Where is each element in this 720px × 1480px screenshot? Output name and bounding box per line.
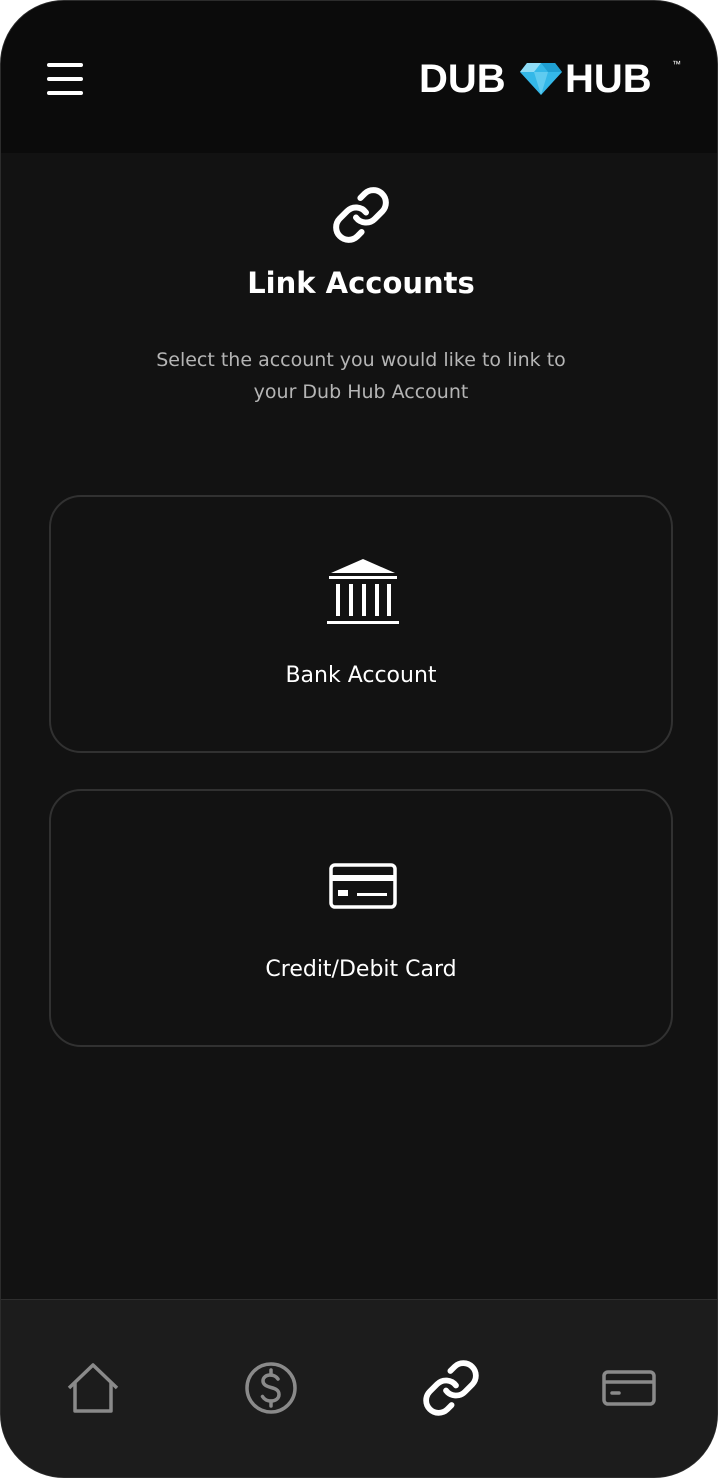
nav-payments[interactable] xyxy=(241,1358,301,1418)
link-icon xyxy=(333,187,389,243)
svg-text:™: ™ xyxy=(672,59,681,69)
nav-link-accounts[interactable] xyxy=(421,1358,481,1418)
page-title: Link Accounts xyxy=(247,266,475,300)
bottom-navigation xyxy=(1,1299,717,1477)
svg-text:DUB: DUB xyxy=(419,57,506,101)
diamond-icon xyxy=(520,63,562,95)
svg-text:HUB: HUB xyxy=(565,57,652,101)
credit-debit-card-label: Credit/Debit Card xyxy=(265,957,457,982)
app-screen: DUB HUB ™ Link Accounts Select the accou… xyxy=(0,0,718,1478)
top-bar: DUB HUB ™ xyxy=(1,1,717,153)
nav-cards[interactable] xyxy=(599,1358,659,1418)
credit-card-icon xyxy=(329,863,397,909)
page-subtitle: Select the account you would like to lin… xyxy=(156,349,566,403)
home-icon xyxy=(67,1363,119,1413)
nav-home[interactable] xyxy=(63,1358,123,1418)
credit-debit-card-option[interactable]: Credit/Debit Card xyxy=(49,789,673,1047)
card-icon xyxy=(602,1370,656,1406)
bank-account-option[interactable]: Bank Account xyxy=(49,495,673,753)
dub-hub-logo: DUB HUB ™ xyxy=(419,57,681,101)
bank-icon xyxy=(327,559,399,624)
bank-account-label: Bank Account xyxy=(285,663,437,688)
link-icon xyxy=(423,1360,479,1416)
hamburger-menu-icon[interactable] xyxy=(41,57,89,101)
dollar-icon xyxy=(245,1362,297,1414)
